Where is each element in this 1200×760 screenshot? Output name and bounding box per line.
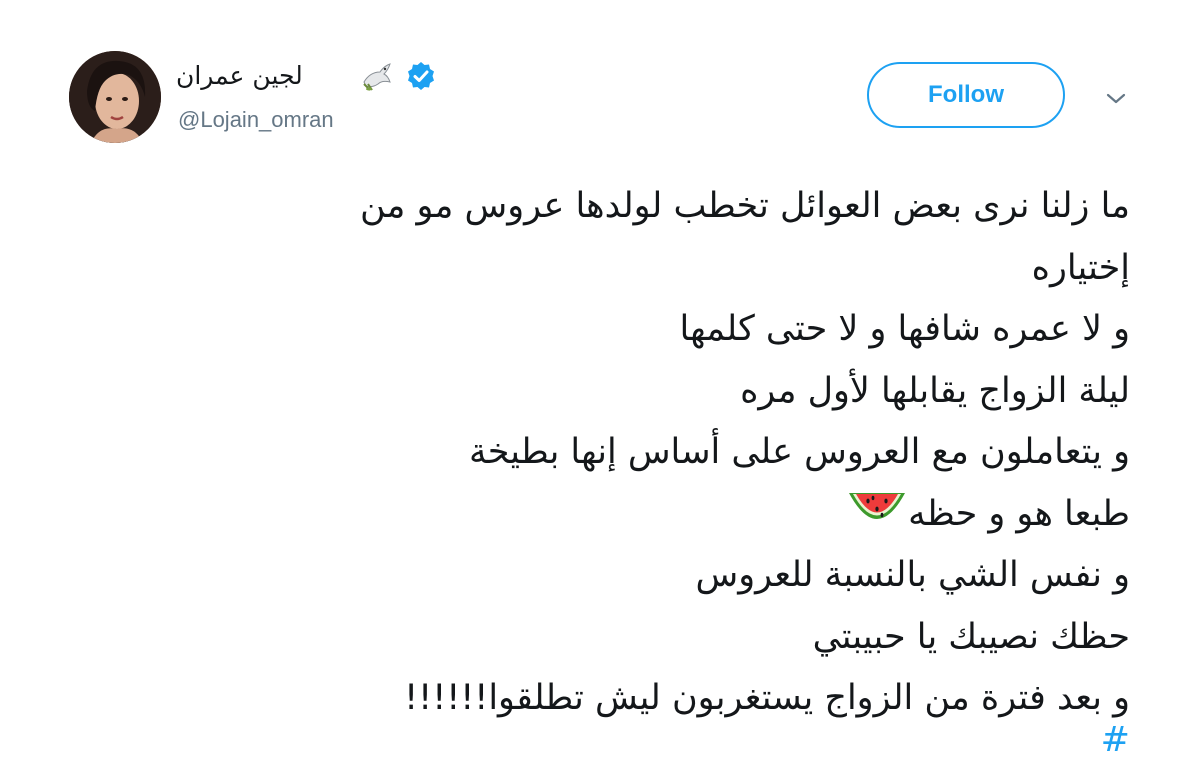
watermelon-icon [849,492,906,519]
tweet-line: طبعا هو و حظه [908,493,1130,534]
tweet-line: و لا عمره شافها و لا حتى كلمها [679,309,1130,349]
tweet-line-with-emoji: طبعا هو و حظه [150,484,1130,546]
tweet-line: و بعد فترة من الزواج يستغربون ليش تطلقوا… [404,678,1130,718]
avatar[interactable] [69,51,161,143]
tweet-line: و نفس الشي بالنسبة للعروس [695,555,1130,595]
verified-badge-icon [408,62,434,90]
profile-photo [69,51,161,143]
tweet-text: ما زلنا نرى بعض العوائل تخطب لولدها عروس… [150,176,1130,730]
dove-icon [363,63,391,91]
hashtag-link[interactable]: # [1060,720,1130,760]
tweet-line: و يتعاملون مع العروس على أساس إنها بطيخة [468,432,1130,472]
chevron-down-icon[interactable] [1104,88,1128,108]
display-name[interactable]: لجين عمران [176,58,303,94]
user-handle[interactable]: @Lojain_omran [178,104,334,136]
tweet-line: ما زلنا نرى بعض العوائل تخطب لولدها عروس… [360,186,1130,226]
tweet-line: حظك نصيبك يا حبيبتي [812,616,1130,657]
tweet-line: إختياره [1031,247,1130,288]
follow-button[interactable]: Follow [867,62,1065,128]
tweet-line: ليلة الزواج يقابلها لأول مره [740,370,1130,411]
